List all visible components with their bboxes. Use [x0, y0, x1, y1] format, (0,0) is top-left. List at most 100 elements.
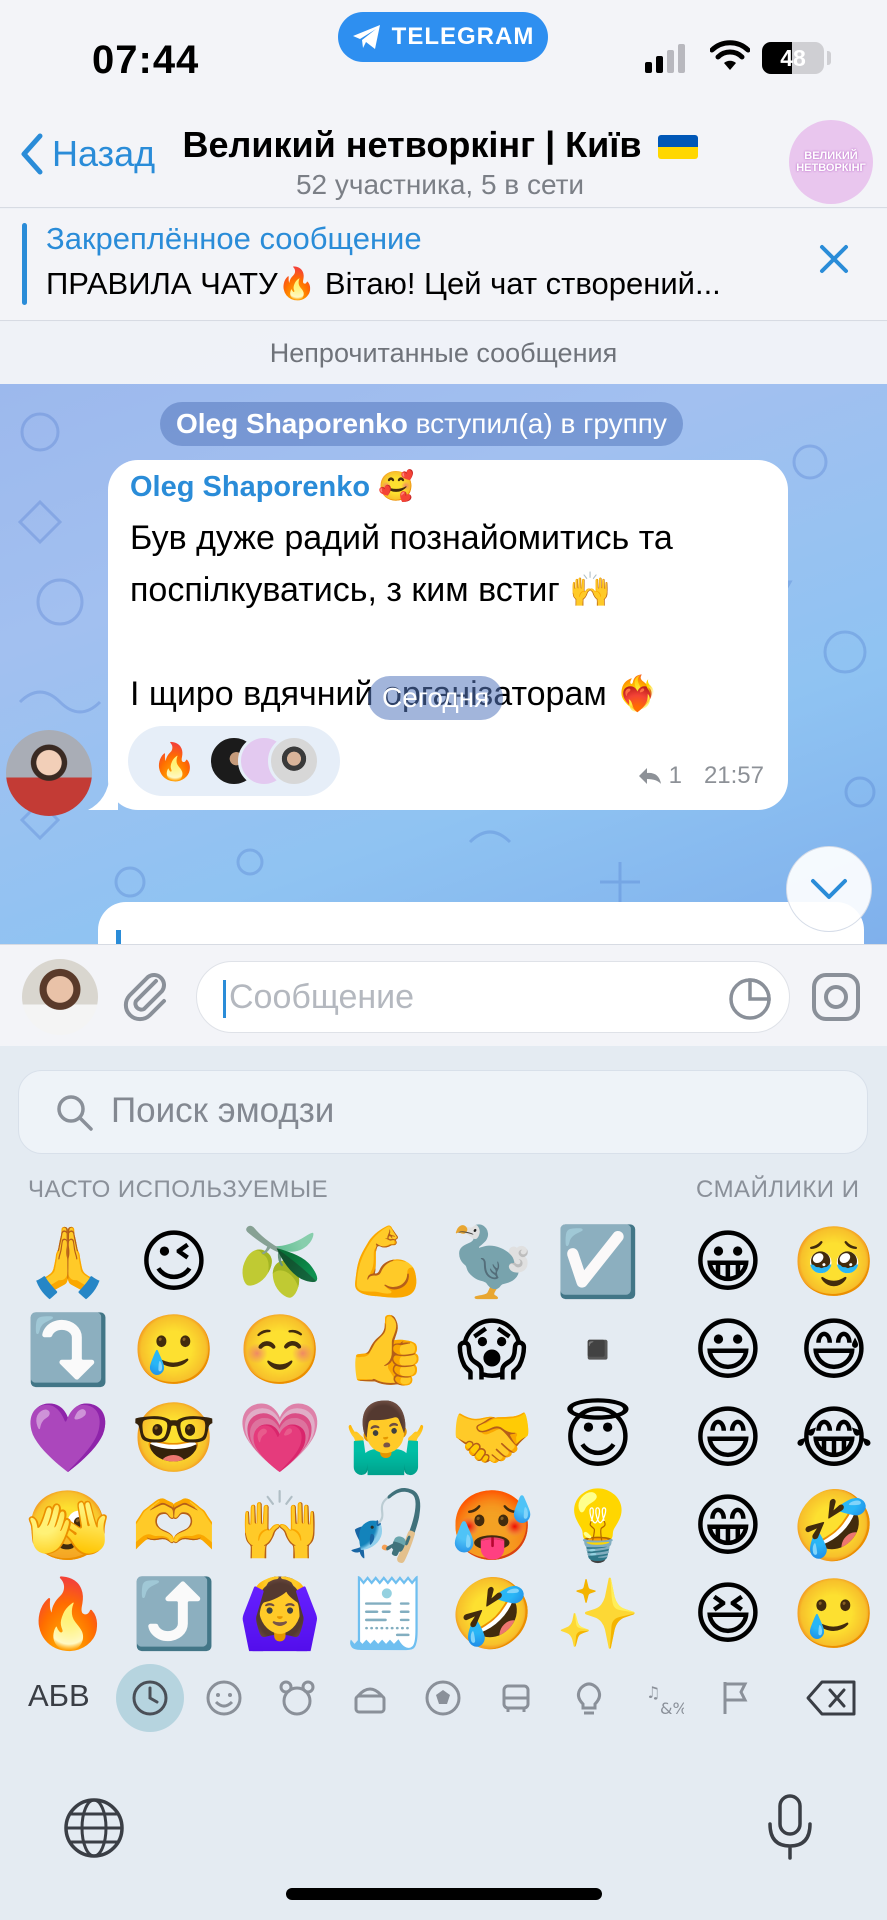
telegram-pill[interactable]: TELEGRAM [338, 12, 548, 62]
ball-icon[interactable] [421, 1676, 465, 1720]
emoji-key[interactable]: 🤣 [448, 1570, 536, 1658]
reaction-chip[interactable]: 🔥 [128, 726, 340, 796]
message-bubble[interactable]: Oleg Shaporenko 🥰 Був дуже радий познайо… [108, 460, 788, 810]
emoji-key[interactable]: ☺️ [236, 1306, 324, 1394]
section-frequent-label: ЧАСТО ИСПОЛЬЗУЕМЫЕ [28, 1176, 329, 1203]
message-time: 21:57 [703, 762, 764, 789]
emoji-key[interactable]: ✨ [554, 1570, 642, 1658]
chevron-down-icon [811, 879, 847, 899]
emoji-key[interactable]: 💜 [24, 1394, 112, 1482]
date-divider: Сегодня [368, 676, 504, 720]
emoji-key[interactable]: 🥵 [448, 1482, 536, 1570]
paperclip-icon[interactable] [118, 967, 174, 1023]
emoji-key[interactable]: 💗 [236, 1394, 324, 1482]
emoji-key[interactable]: 🙆‍♀️ [236, 1570, 324, 1658]
text-caret [223, 980, 226, 1018]
emoji-search-placeholder: Поиск эмодзи [111, 1091, 335, 1130]
symbols-icon[interactable]: ♫&% [640, 1676, 684, 1720]
emoji-key[interactable]: 😀 [684, 1218, 772, 1306]
close-icon[interactable] [814, 239, 854, 279]
emoji-key[interactable]: 🎣 [342, 1482, 430, 1570]
emoji-search-input[interactable]: Поиск эмодзи [18, 1070, 868, 1154]
emoji-key[interactable]: 🥲 [130, 1306, 218, 1394]
group-avatar[interactable]: ВЕЛИКИЙ НЕТВОРКІНГ [789, 120, 873, 204]
emoji-key[interactable]: 🤝 [448, 1394, 536, 1482]
emoji-key[interactable]: 🫒 [236, 1218, 324, 1306]
svg-text:&%: &% [660, 1699, 684, 1718]
emoji-key[interactable]: 😆 [684, 1570, 772, 1658]
chat-title-area[interactable]: Великий нетворкінг | Київ 52 участника, … [180, 120, 700, 200]
send-as-avatar[interactable] [22, 959, 98, 1035]
emoji-key[interactable]: 🤣 [790, 1482, 878, 1570]
join-notice-name[interactable]: Oleg Shaporenko [176, 408, 408, 439]
emoji-key[interactable]: 😉 [130, 1218, 218, 1306]
bulb-icon[interactable] [567, 1676, 611, 1720]
abc-keyboard-button[interactable]: АБВ [28, 1678, 90, 1714]
emoji-key[interactable]: ⤴️ [130, 1570, 218, 1658]
emoji-key[interactable]: 😇 [554, 1394, 642, 1482]
emoji-key[interactable]: 🤓 [130, 1394, 218, 1482]
emoji-key[interactable]: 🫶 [130, 1482, 218, 1570]
emoji-key[interactable]: 🙌 [236, 1482, 324, 1570]
message-sender[interactable]: Oleg Shaporenko 🥰 [130, 470, 414, 504]
join-notice: Oleg Shaporenko вступил(а) в группу [160, 402, 683, 446]
pinned-message[interactable]: Закреплённое сообщение ПРАВИЛА ЧАТУ🔥 Віт… [0, 209, 887, 321]
emoji-key[interactable]: 😅 [790, 1306, 878, 1394]
message-placeholder: Сообщение [229, 978, 415, 1016]
emoji-key[interactable]: 🤷‍♂️ [342, 1394, 430, 1482]
emoji-key[interactable]: 😂 [790, 1394, 878, 1482]
recent-icon[interactable] [128, 1676, 172, 1720]
animal-icon[interactable] [275, 1676, 319, 1720]
emoji-key[interactable]: 🫣 [24, 1482, 112, 1570]
travel-icon[interactable] [494, 1676, 538, 1720]
chat-area[interactable]: Непрочитанные сообщения Oleg Shaporenko … [0, 322, 887, 944]
emoji-key[interactable]: 🥹 [790, 1218, 878, 1306]
food-icon[interactable] [348, 1676, 392, 1720]
camera-icon[interactable] [808, 969, 864, 1025]
message-meta: 1 21:57 [637, 762, 764, 790]
home-indicator [286, 1888, 602, 1900]
emoji-key[interactable]: ⤵️ [24, 1306, 112, 1394]
emoji-key[interactable]: 🧾 [342, 1570, 430, 1658]
microphone-icon[interactable] [764, 1792, 816, 1862]
telegram-plane-icon [352, 25, 380, 49]
wifi-icon [710, 40, 750, 70]
scroll-down-button[interactable] [786, 846, 872, 932]
sticker-icon[interactable] [727, 976, 773, 1022]
emoji-key[interactable]: 💡 [554, 1482, 642, 1570]
emoji-key[interactable]: ☑️ [554, 1218, 642, 1306]
chat-header: Назад Великий нетворкінг | Київ 52 участ… [0, 120, 887, 208]
chevron-left-icon [21, 133, 43, 175]
smiley-icon[interactable] [202, 1676, 246, 1720]
reply-icon [638, 768, 661, 784]
emoji-key[interactable]: 🙏 [24, 1218, 112, 1306]
back-button[interactable]: Назад [16, 130, 155, 178]
message-line: Був дуже радий познайомитись та [130, 519, 673, 557]
emoji-key[interactable]: 💪 [342, 1218, 430, 1306]
chat-subtitle: 52 участника, 5 в сети [295, 169, 585, 200]
sender-avatar[interactable] [6, 730, 92, 816]
battery-icon: 48 [762, 42, 824, 74]
emoji-key[interactable]: 🔥 [24, 1570, 112, 1658]
input-bar: Сообщение [0, 944, 887, 1046]
globe-icon[interactable] [62, 1796, 126, 1860]
flag-icon[interactable] [713, 1676, 757, 1720]
unread-divider: Непрочитанные сообщения [0, 322, 887, 384]
ukraine-flag-icon [657, 135, 698, 159]
emoji-key[interactable]: 😄 [684, 1394, 772, 1482]
emoji-key[interactable]: ▪️ [554, 1306, 642, 1394]
battery-level: 48 [780, 45, 806, 71]
search-icon [57, 1095, 93, 1131]
telegram-pill-label: TELEGRAM [391, 23, 535, 50]
emoji-key[interactable]: 🥲 [790, 1570, 878, 1658]
message-input[interactable]: Сообщение [196, 961, 790, 1033]
cellular-signal-icon [645, 44, 685, 73]
next-message-bubble[interactable] [98, 902, 864, 944]
emoji-key[interactable]: 🦤 [448, 1218, 536, 1306]
reply-count: 1 [668, 762, 682, 789]
emoji-key[interactable]: 😃 [684, 1306, 772, 1394]
backspace-icon[interactable] [806, 1676, 858, 1720]
emoji-key[interactable]: 👍 [342, 1306, 430, 1394]
emoji-key[interactable]: 😱 [448, 1306, 536, 1394]
emoji-key[interactable]: 😁 [684, 1482, 772, 1570]
